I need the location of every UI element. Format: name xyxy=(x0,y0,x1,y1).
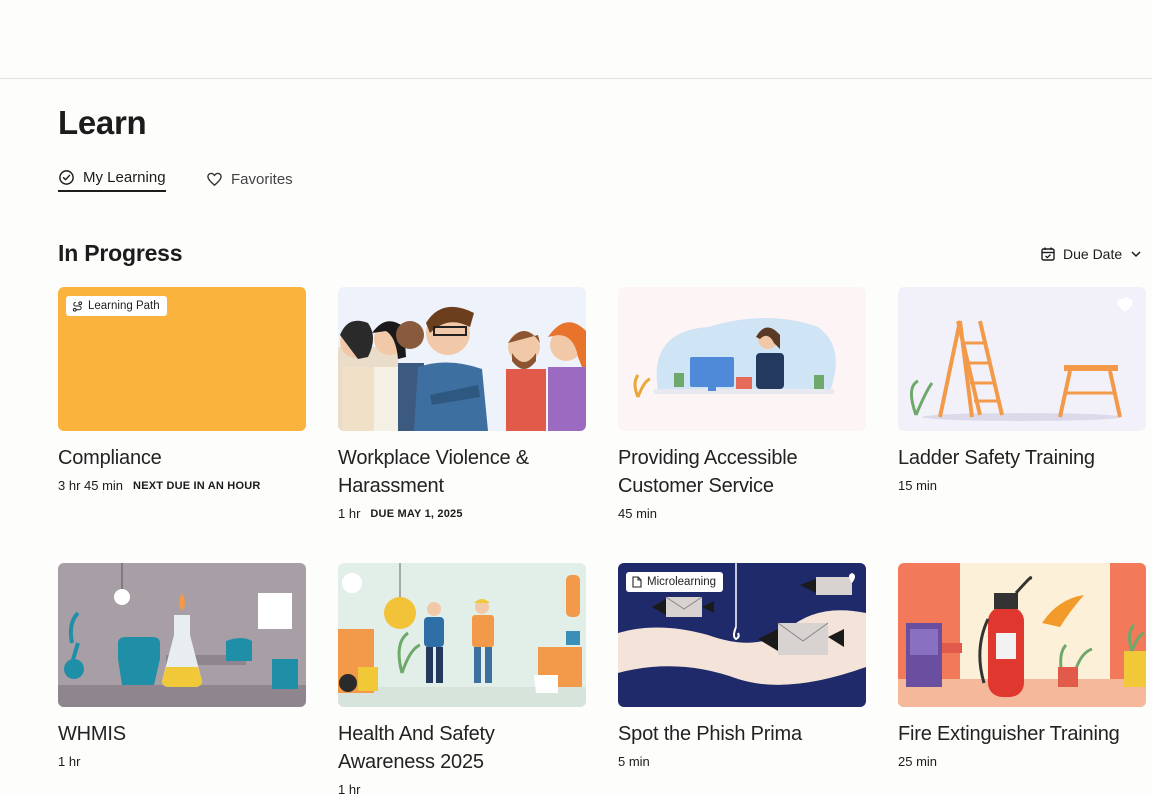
card-duration: 15 min xyxy=(898,478,938,493)
learning-path-badge: Learning Path xyxy=(66,296,167,316)
chevron-down-icon xyxy=(1131,251,1141,258)
lab-illustration xyxy=(58,563,306,707)
due-label: NEXT DUE IN AN HOUR xyxy=(133,479,261,492)
card-duration: 5 min xyxy=(618,754,650,769)
card-duration: 45 min xyxy=(618,506,658,521)
document-icon xyxy=(632,576,642,588)
people-illustration xyxy=(338,287,586,431)
calendar-icon xyxy=(1041,247,1055,261)
route-icon xyxy=(72,300,83,312)
course-card-health-safety[interactable]: Health And Safety Awareness 2025 1 hr xyxy=(338,563,586,796)
support-agent-illustration xyxy=(618,287,866,431)
due-label: DUE MAY 1, 2025 xyxy=(370,507,463,520)
course-card-spot-the-phish[interactable]: Microlearning Spot the Phish Prima 5 min xyxy=(618,563,866,769)
card-title: Workplace Violence & Harassment xyxy=(338,447,529,497)
fire-extinguisher-illustration xyxy=(898,563,1146,707)
card-duration: 25 min xyxy=(898,754,938,769)
card-duration: 1 hr xyxy=(338,506,361,521)
microlearning-badge: Microlearning xyxy=(626,572,724,592)
sort-label: Due Date xyxy=(1063,246,1123,262)
heart-icon xyxy=(207,172,222,186)
badge-label: Learning Path xyxy=(88,300,160,312)
course-card-compliance[interactable]: Learning Path Compliance 3 hr 45 min NEXT… xyxy=(58,287,306,493)
card-thumbnail xyxy=(618,287,866,431)
section-title: In Progress xyxy=(58,240,183,266)
check-circle-icon xyxy=(59,169,74,185)
course-card-whmis[interactable]: WHMIS 1 hr xyxy=(58,563,306,769)
card-thumbnail xyxy=(338,563,586,707)
course-card-fire-extinguisher[interactable]: Fire Extinguisher Training 25 min xyxy=(898,563,1146,769)
card-thumbnail xyxy=(58,563,306,707)
tab-favorites[interactable]: Favorites xyxy=(206,166,293,192)
card-duration: 1 hr xyxy=(58,754,81,769)
card-title: Compliance xyxy=(58,447,162,469)
card-title: Spot the Phish Prima xyxy=(618,723,802,745)
sort-dropdown[interactable]: Due Date xyxy=(1040,246,1143,262)
card-title: Providing Accessible Customer Service xyxy=(618,447,798,497)
favorite-heart-icon[interactable] xyxy=(1116,297,1134,313)
card-thumbnail: Microlearning xyxy=(618,563,866,707)
card-title: WHMIS xyxy=(58,723,126,745)
workers-illustration xyxy=(338,563,586,707)
ladder-illustration xyxy=(898,287,1146,431)
card-thumbnail xyxy=(338,287,586,431)
course-card-accessible-service[interactable]: Providing Accessible Customer Service 45… xyxy=(618,287,866,521)
course-card-ladder-safety[interactable]: Ladder Safety Training 15 min xyxy=(898,287,1146,493)
card-duration: 3 hr 45 min xyxy=(58,478,124,493)
card-title: Fire Extinguisher Training xyxy=(898,723,1120,745)
card-thumbnail: Learning Path xyxy=(58,287,306,431)
page-title: Learn xyxy=(58,104,147,141)
card-title: Health And Safety Awareness 2025 xyxy=(338,723,495,773)
card-duration: 1 hr xyxy=(338,782,361,796)
card-title: Ladder Safety Training xyxy=(898,447,1095,469)
tab-my-learning[interactable]: My Learning xyxy=(58,166,166,192)
card-thumbnail xyxy=(898,563,1146,707)
card-thumbnail xyxy=(898,287,1146,431)
badge-label: Microlearning xyxy=(647,576,717,588)
tab-label: My Learning xyxy=(83,168,166,186)
course-card-workplace-violence[interactable]: Workplace Violence & Harassment 1 hr DUE … xyxy=(338,287,586,521)
tab-label: Favorites xyxy=(231,170,293,188)
top-bar xyxy=(0,0,1152,79)
